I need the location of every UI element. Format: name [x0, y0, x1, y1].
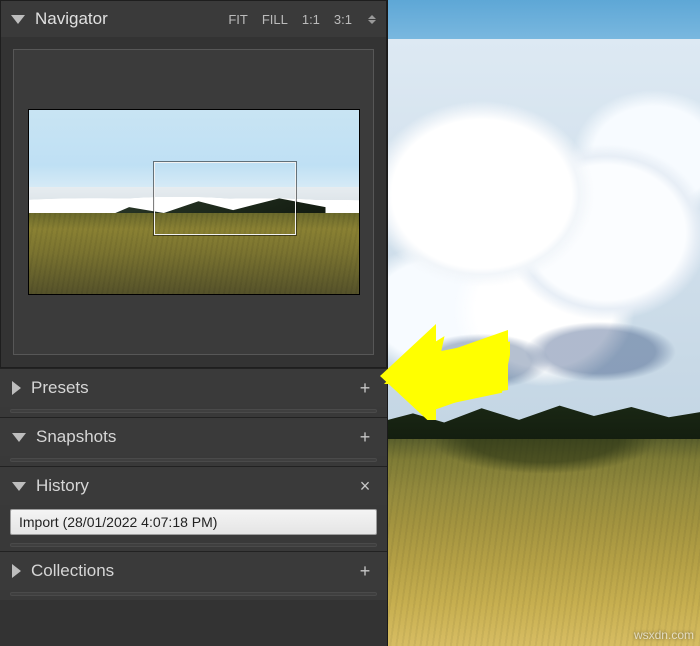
- zoom-1-1[interactable]: 1:1: [302, 12, 320, 27]
- history-list: Import (28/01/2022 4:07:18 PM): [0, 505, 387, 541]
- zoom-stepper[interactable]: [368, 15, 376, 24]
- disclosure-triangle-icon[interactable]: [12, 482, 26, 491]
- zoom-level-group: FIT FILL 1:1 3:1: [228, 12, 376, 27]
- presets-panel: Presets +: [0, 368, 387, 417]
- chevron-down-icon[interactable]: [368, 20, 376, 24]
- panel-scrollbar[interactable]: [10, 592, 377, 596]
- panel-scrollbar[interactable]: [10, 409, 377, 413]
- zoom-fill[interactable]: FILL: [262, 12, 288, 27]
- main-image-viewport[interactable]: wsxdn.com: [388, 0, 700, 646]
- viewport-rectangle[interactable]: [154, 162, 296, 236]
- watermark-text: wsxdn.com: [634, 628, 694, 642]
- snapshots-panel: Snapshots +: [0, 417, 387, 466]
- navigator-preview[interactable]: [13, 49, 374, 355]
- disclosure-triangle-icon[interactable]: [12, 564, 21, 578]
- left-sidebar: Navigator FIT FILL 1:1 3:1: [0, 0, 388, 646]
- navigator-title: Navigator: [35, 9, 228, 29]
- navigator-preview-area: [1, 37, 386, 367]
- presets-header[interactable]: Presets +: [0, 369, 387, 407]
- history-header[interactable]: History ×: [0, 467, 387, 505]
- panel-label: History: [36, 476, 355, 496]
- panel-label: Snapshots: [36, 427, 355, 447]
- add-preset-button[interactable]: +: [355, 378, 375, 399]
- panel-scrollbar[interactable]: [10, 458, 377, 462]
- chevron-up-icon[interactable]: [368, 15, 376, 19]
- history-panel: History × Import (28/01/2022 4:07:18 PM): [0, 466, 387, 551]
- panel-scrollbar[interactable]: [10, 543, 377, 547]
- collections-panel: Collections +: [0, 551, 387, 600]
- preview-thumbnail[interactable]: [28, 109, 360, 295]
- snapshots-header[interactable]: Snapshots +: [0, 418, 387, 456]
- disclosure-triangle-icon[interactable]: [11, 15, 25, 24]
- sidebar-empty-area: [0, 600, 387, 646]
- disclosure-triangle-icon[interactable]: [12, 433, 26, 442]
- zoom-3-1[interactable]: 3:1: [334, 12, 352, 27]
- add-collection-button[interactable]: +: [355, 561, 375, 582]
- navigator-panel: Navigator FIT FILL 1:1 3:1: [0, 0, 387, 368]
- zoom-fit[interactable]: FIT: [228, 12, 248, 27]
- panel-label: Collections: [31, 561, 355, 581]
- history-item[interactable]: Import (28/01/2022 4:07:18 PM): [10, 509, 377, 535]
- clear-history-button[interactable]: ×: [355, 476, 375, 497]
- navigator-header[interactable]: Navigator FIT FILL 1:1 3:1: [1, 1, 386, 37]
- add-snapshot-button[interactable]: +: [355, 427, 375, 448]
- panel-label: Presets: [31, 378, 355, 398]
- collections-header[interactable]: Collections +: [0, 552, 387, 590]
- disclosure-triangle-icon[interactable]: [12, 381, 21, 395]
